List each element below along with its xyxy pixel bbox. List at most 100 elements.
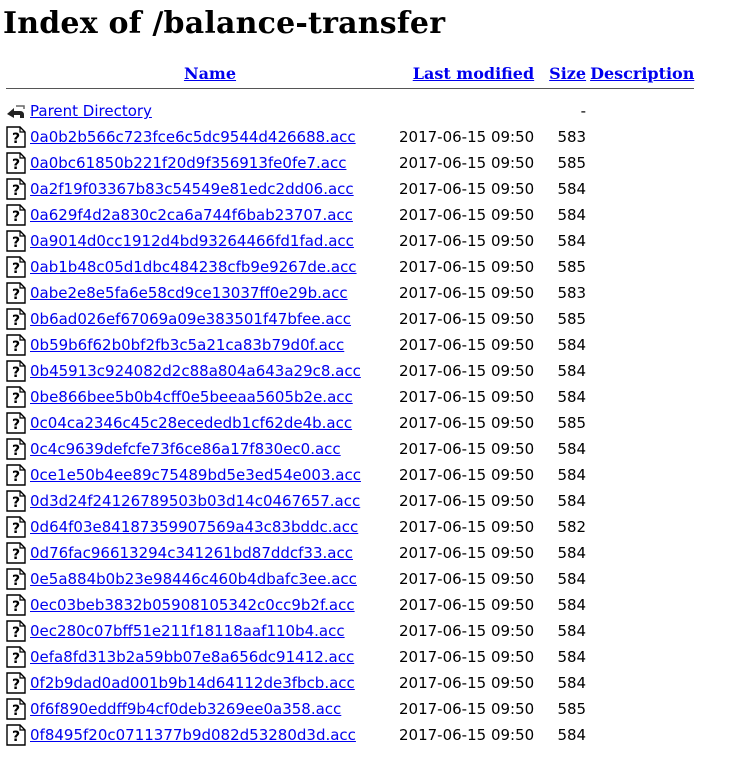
svg-text:?: ? — [12, 599, 20, 615]
file-link[interactable]: 0ec280c07bff51e211f18118aaf110b4.acc — [30, 622, 345, 640]
file-last-modified: 2017-06-15 09:50 — [399, 726, 535, 744]
file-last-modified: 2017-06-15 09:50 — [399, 284, 535, 302]
unknown-file-icon: ? — [6, 568, 26, 590]
file-link[interactable]: 0f6f890eddff9b4cf0deb3269ee0a358.acc — [30, 700, 341, 718]
file-row: ? 0ce1e50b4ee89c75489bd5e3ed54e003.acc 201… — [6, 462, 694, 488]
unknown-file-icon: ? — [6, 724, 26, 746]
file-link[interactable]: 0b6ad026ef67069a09e383501f47bfee.acc — [30, 310, 351, 328]
file-size: 584 — [557, 440, 587, 458]
svg-text:?: ? — [12, 261, 20, 277]
file-last-modified: 2017-06-15 09:50 — [399, 180, 535, 198]
unknown-file-icon: ? — [6, 516, 26, 538]
unknown-file-icon: ? — [6, 594, 26, 616]
svg-text:?: ? — [12, 235, 20, 251]
svg-text:?: ? — [12, 469, 20, 485]
file-row: ? 0a0bc61850b221f20d9f356913fe0fe7.acc 201… — [6, 150, 694, 176]
file-size: 584 — [557, 362, 587, 380]
sort-by-size-link[interactable]: Size — [549, 64, 586, 83]
file-size: 584 — [557, 544, 587, 562]
file-link[interactable]: 0efa8fd313b2a59bb07e8a656dc91412.acc — [30, 648, 354, 666]
file-size: 584 — [557, 232, 587, 250]
svg-text:?: ? — [12, 391, 20, 407]
file-link[interactable]: 0f8495f20c0711377b9d082d53280d3d.acc — [30, 726, 356, 744]
file-row: ? 0a2f19f03367b83c54549e81edc2dd06.acc 201… — [6, 176, 694, 202]
file-link[interactable]: 0b45913c924082d2c88a804a643a29c8.acc — [30, 362, 361, 380]
file-row: ? 0efa8fd313b2a59bb07e8a656dc91412.acc 201… — [6, 644, 694, 670]
file-size: 584 — [557, 180, 587, 198]
file-link[interactable]: 0d64f03e84187359907569a43c83bddc.acc — [30, 518, 358, 536]
unknown-file-icon: ? — [6, 542, 26, 564]
file-description — [586, 306, 694, 332]
file-link[interactable]: 0c4c9639defcfe73f6ce86a17f830ec0.acc — [30, 440, 341, 458]
file-size: 583 — [557, 128, 587, 146]
svg-text:?: ? — [12, 547, 20, 563]
file-link[interactable]: 0b59b6f62b0bf2fb3c5a21ca83b79d0f.acc — [30, 336, 344, 354]
file-link[interactable]: 0a9014d0cc1912d4bd93264466fd1fad.acc — [30, 232, 354, 250]
svg-text:?: ? — [12, 313, 20, 329]
sort-by-last-modified-link[interactable]: Last modified — [413, 64, 534, 83]
name-column-header: Name — [30, 64, 390, 88]
unknown-file-icon: ? — [6, 620, 26, 642]
file-row: ? 0a629f4d2a830c2ca6a744f6bab23707.acc 201… — [6, 202, 694, 228]
header-divider — [6, 88, 695, 89]
file-description — [586, 280, 694, 306]
file-link[interactable]: 0abe2e8e5fa6e58cd9ce13037ff0e29b.acc — [30, 284, 348, 302]
file-link[interactable]: 0ec03beb3832b05908105342c0cc9b2f.acc — [30, 596, 355, 614]
svg-text:?: ? — [12, 521, 20, 537]
svg-text:?: ? — [12, 703, 20, 719]
file-link[interactable]: 0e5a884b0b23e98446c460b4dbafc3ee.acc — [30, 570, 357, 588]
sort-by-description-link[interactable]: Description — [590, 64, 694, 83]
file-size: 584 — [557, 726, 587, 744]
file-last-modified: 2017-06-15 09:50 — [399, 310, 535, 328]
file-link[interactable]: 0ab1b48c05d1dbc484238cfb9e9267de.acc — [30, 258, 357, 276]
file-last-modified: 2017-06-15 09:50 — [399, 414, 535, 432]
file-row: ? 0b6ad026ef67069a09e383501f47bfee.acc 201… — [6, 306, 694, 332]
file-link[interactable]: 0be866bee5b0b4cff0e5beeaa5605b2e.acc — [30, 388, 353, 406]
file-link[interactable]: 0ce1e50b4ee89c75489bd5e3ed54e003.acc — [30, 466, 361, 484]
file-link[interactable]: 0c04ca2346c45c28ecededb1cf62de4b.acc — [30, 414, 352, 432]
file-row: ? 0d76fac96613294c341261bd87ddcf33.acc 201… — [6, 540, 694, 566]
file-size: 584 — [557, 622, 587, 640]
file-link[interactable]: 0a2f19f03367b83c54549e81edc2dd06.acc — [30, 180, 354, 198]
file-link[interactable]: 0a629f4d2a830c2ca6a744f6bab23707.acc — [30, 206, 353, 224]
header-spacer — [6, 88, 695, 98]
file-link[interactable]: 0d76fac96613294c341261bd87ddcf33.acc — [30, 544, 353, 562]
file-link[interactable]: 0a0b2b566c723fce6c5dc9544d426688.acc — [30, 128, 356, 146]
svg-text:?: ? — [12, 625, 20, 641]
unknown-file-icon: ? — [6, 490, 26, 512]
file-row: ? 0ab1b48c05d1dbc484238cfb9e9267de.acc 201… — [6, 254, 694, 280]
file-row: ? 0d3d24f24126789503b03d14c0467657.acc 201… — [6, 488, 694, 514]
sort-by-name-link[interactable]: Name — [184, 64, 236, 83]
file-size: 582 — [557, 518, 587, 536]
parent-directory-row: Parent Directory - — [6, 98, 694, 124]
file-link[interactable]: 0f2b9dad0ad001b9b14d64112de3fbcb.acc — [30, 674, 355, 692]
file-row: ? 0f2b9dad0ad001b9b14d64112de3fbcb.acc 201… — [6, 670, 694, 696]
file-size: 584 — [557, 466, 587, 484]
file-size: 585 — [557, 154, 587, 172]
file-description — [586, 488, 694, 514]
file-row: ? 0e5a884b0b23e98446c460b4dbafc3ee.acc 201… — [6, 566, 694, 592]
file-last-modified: 2017-06-15 09:50 — [399, 388, 535, 406]
parent-directory-link[interactable]: Parent Directory — [30, 102, 152, 120]
file-size: 585 — [557, 700, 587, 718]
back-arrow-icon — [6, 100, 26, 122]
file-link[interactable]: 0d3d24f24126789503b03d14c0467657.acc — [30, 492, 360, 510]
file-last-modified: 2017-06-15 09:50 — [399, 466, 535, 484]
file-description — [586, 176, 694, 202]
file-row: ? 0b59b6f62b0bf2fb3c5a21ca83b79d0f.acc 201… — [6, 332, 694, 358]
file-size: 584 — [557, 388, 587, 406]
file-last-modified: 2017-06-15 09:50 — [399, 258, 535, 276]
file-last-modified: 2017-06-15 09:50 — [399, 492, 535, 510]
file-last-modified: 2017-06-15 09:50 — [399, 596, 535, 614]
file-description — [586, 150, 694, 176]
file-row: ? 0f6f890eddff9b4cf0deb3269ee0a358.acc 201… — [6, 696, 694, 722]
description-column-header: Description — [586, 64, 694, 88]
icon-column-header — [6, 64, 30, 88]
unknown-file-icon: ? — [6, 412, 26, 434]
file-description — [586, 124, 694, 150]
unknown-file-icon: ? — [6, 204, 26, 226]
file-row: ? 0a0b2b566c723fce6c5dc9544d426688.acc 201… — [6, 124, 694, 150]
file-link[interactable]: 0a0bc61850b221f20d9f356913fe0fe7.acc — [30, 154, 346, 172]
file-row: ? 0c4c9639defcfe73f6ce86a17f830ec0.acc 201… — [6, 436, 694, 462]
file-description — [586, 644, 694, 670]
